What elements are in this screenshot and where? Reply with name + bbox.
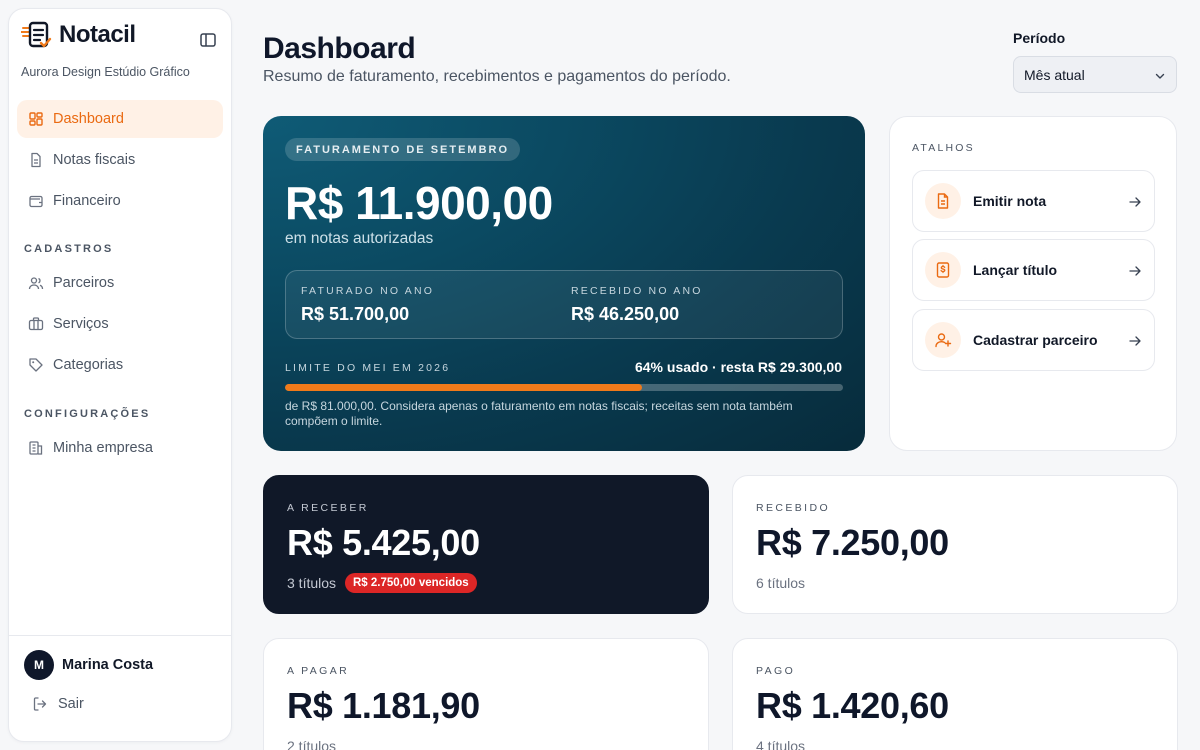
sidebar-item-label: Minha empresa xyxy=(53,440,153,456)
logout-icon xyxy=(33,697,47,711)
shortcut-label: Lançar título xyxy=(973,262,1058,278)
mei-limit-label: LIMITE DO MEI EM 2026 xyxy=(285,362,451,374)
sidebar-item-financeiro[interactable]: Financeiro xyxy=(17,182,223,220)
shortcuts-title: ATALHOS xyxy=(912,142,975,154)
building-icon xyxy=(29,441,43,455)
notacil-logo-icon xyxy=(20,19,53,51)
payable-count: 2 títulos xyxy=(287,738,337,750)
received-count: 6 títulos xyxy=(756,575,806,591)
sidebar-item-label: Notas fiscais xyxy=(53,152,136,168)
page-title: Dashboard xyxy=(263,32,416,65)
receivable-card[interactable]: A RECEBER R$ 5.425,00 3 títulos R$ 2.750… xyxy=(263,475,709,614)
received-year-value: R$ 46.250,00 xyxy=(571,304,680,324)
received-value: R$ 7.250,00 xyxy=(756,522,949,563)
paid-value: R$ 1.420,60 xyxy=(756,685,949,726)
sidebar-item-label: Financeiro xyxy=(53,193,121,209)
sidebar-item-label: Parceiros xyxy=(53,275,115,291)
page-subtitle: Resumo de faturamento, recebimentos e pa… xyxy=(263,68,731,85)
paid-count: 4 títulos xyxy=(756,738,806,750)
payable-value: R$ 1.181,90 xyxy=(287,685,480,726)
billing-hero-card: FATURAMENTO DE SETEMBRO R$ 11.900,00 em … xyxy=(263,116,865,451)
chevron-down-icon xyxy=(1155,73,1165,79)
mei-limit-usage: 64% usado · resta R$ 29.300,00 xyxy=(634,359,842,375)
dollar-document-icon xyxy=(925,252,961,288)
logout-button[interactable]: Sair xyxy=(32,696,84,712)
received-card[interactable]: RECEBIDO R$ 7.250,00 6 títulos xyxy=(732,475,1178,614)
sidebar-item-parceiros[interactable]: Parceiros xyxy=(17,264,223,302)
sidebar: Notacil Aurora Design Estúdio Gráfico Da… xyxy=(8,8,232,742)
logout-label: Sair xyxy=(58,696,84,712)
sidebar-footer: M Marina Costa Sair xyxy=(9,635,231,741)
users-icon xyxy=(28,277,44,290)
arrow-right-icon xyxy=(1129,266,1141,276)
shortcuts-panel: ATALHOS Emitir nota Lançar título Cadast… xyxy=(889,116,1177,451)
billing-amount: R$ 11.900,00 xyxy=(285,177,553,229)
wallet-icon xyxy=(29,195,43,208)
brand-name: Notacil xyxy=(59,21,136,48)
briefcase-icon xyxy=(28,317,44,331)
brand[interactable]: Notacil xyxy=(20,19,136,51)
period-select[interactable]: Mês atual xyxy=(1013,56,1177,93)
sidebar-toggle-icon[interactable] xyxy=(199,31,217,49)
paid-label: PAGO xyxy=(756,665,796,677)
grid-icon xyxy=(29,112,43,126)
sidebar-item-label: Dashboard xyxy=(53,111,124,127)
mei-limit-progress-fill xyxy=(285,384,643,391)
shortcut-label: Emitir nota xyxy=(973,193,1047,209)
mei-limit-note: de R$ 81.000,00. Considera apenas o fatu… xyxy=(285,399,793,428)
billed-year-label: FATURADO NO ANO xyxy=(301,285,435,297)
received-year-label: RECEBIDO NO ANO xyxy=(571,285,703,297)
company-name: Aurora Design Estúdio Gráfico xyxy=(21,65,190,79)
received-label: RECEBIDO xyxy=(756,502,831,514)
payable-card[interactable]: A PAGAR R$ 1.181,90 2 títulos xyxy=(263,638,709,750)
shortcut-emitir-nota[interactable]: Emitir nota xyxy=(912,170,1155,232)
year-stats-box: FATURADO NO ANO R$ 51.700,00 RECEBIDO NO… xyxy=(285,270,843,339)
billing-amount-caption: em notas autorizadas xyxy=(285,230,434,247)
billing-month-badge: FATURAMENTO DE SETEMBRO xyxy=(285,138,521,161)
sidebar-item-minha-empresa[interactable]: Minha empresa xyxy=(17,429,223,467)
shortcut-cadastrar-parceiro[interactable]: Cadastrar parceiro xyxy=(912,309,1155,371)
receivable-value: R$ 5.425,00 xyxy=(287,522,480,563)
arrow-right-icon xyxy=(1129,336,1141,346)
user-name[interactable]: Marina Costa xyxy=(62,657,153,673)
billed-year-value: R$ 51.700,00 xyxy=(301,304,410,324)
avatar[interactable]: M xyxy=(24,650,54,680)
sidebar-item-label: Categorias xyxy=(53,357,124,373)
section-cadastros: CADASTROS xyxy=(24,243,114,255)
overdue-badge: R$ 2.750,00 vencidos xyxy=(345,573,477,593)
document-icon xyxy=(31,152,41,168)
shortcut-lancar-titulo[interactable]: Lançar título xyxy=(912,239,1155,301)
section-configuracoes: CONFIGURAÇÕES xyxy=(24,408,151,420)
period-label: Período xyxy=(1013,30,1066,46)
file-icon xyxy=(925,183,961,219)
receivable-count: 3 títulos xyxy=(287,575,337,591)
sidebar-item-dashboard[interactable]: Dashboard xyxy=(17,100,223,138)
arrow-right-icon xyxy=(1129,197,1141,207)
sidebar-item-notas-fiscais[interactable]: Notas fiscais xyxy=(17,141,223,179)
sidebar-item-categorias[interactable]: Categorias xyxy=(17,346,223,384)
receivable-label: A RECEBER xyxy=(287,502,369,514)
mei-limit-progress-bar xyxy=(285,384,843,391)
sidebar-item-servicos[interactable]: Serviços xyxy=(17,305,223,343)
period-selected-value: Mês atual xyxy=(1024,66,1085,83)
sidebar-item-label: Serviços xyxy=(53,316,109,332)
user-plus-icon xyxy=(925,322,961,358)
tag-icon xyxy=(29,358,43,372)
paid-card[interactable]: PAGO R$ 1.420,60 4 títulos xyxy=(732,638,1178,750)
payable-label: A PAGAR xyxy=(287,665,350,677)
shortcut-label: Cadastrar parceiro xyxy=(973,332,1098,348)
